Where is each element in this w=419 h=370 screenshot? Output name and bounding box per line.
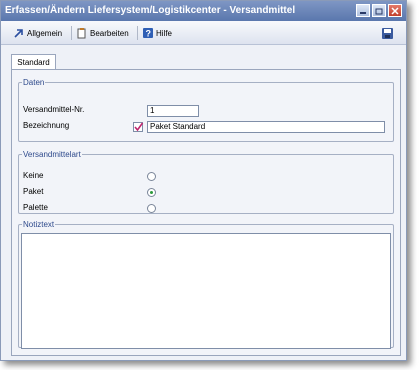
allgemein-label: Allgemein: [27, 28, 63, 38]
window-title: Erfassen/Ändern Liefersystem/Logistikcen…: [5, 5, 296, 16]
window: Erfassen/Ändern Liefersystem/Logistikcen…: [0, 0, 407, 361]
paket-label: Paket: [23, 187, 44, 196]
versandmittel-nr-label: Versandmittel-Nr.: [23, 105, 85, 114]
title-bar: Erfassen/Ändern Liefersystem/Logistikcen…: [1, 1, 406, 21]
bezeichnung-field[interactable]: Paket Standard: [147, 121, 385, 133]
toolbar: Allgemein Bearbeiten ? Hilfe: [1, 21, 406, 45]
tab-standard[interactable]: Standard: [11, 54, 56, 70]
tab-panel: Daten Versandmittel-Nr. 1 Bezeichnung Pa…: [11, 69, 401, 356]
svg-text:?: ?: [146, 29, 152, 39]
notiztext-group: Notiztext: [18, 220, 394, 349]
window-controls: [356, 4, 402, 17]
hilfe-label: Hilfe: [156, 28, 173, 38]
toolbar-separator: [137, 26, 138, 40]
help-icon: ?: [143, 28, 153, 38]
versandmittel-nr-field[interactable]: 1: [147, 105, 199, 117]
notiztext-legend: Notiztext: [23, 220, 55, 229]
save-button[interactable]: [382, 26, 393, 40]
minimize-button[interactable]: [356, 4, 370, 17]
daten-legend: Daten: [23, 78, 45, 87]
close-button[interactable]: [388, 4, 402, 17]
minimize-icon: [360, 11, 366, 14]
bezeichnung-label: Bezeichnung: [23, 121, 70, 130]
restore-button[interactable]: [372, 4, 386, 17]
close-icon: [391, 6, 399, 15]
palette-label: Palette: [23, 203, 48, 212]
bearbeiten-label: Bearbeiten: [90, 28, 129, 38]
paket-radio[interactable]: [147, 188, 156, 197]
restore-icon: [375, 8, 383, 14]
keine-radio[interactable]: [147, 172, 156, 181]
hilfe-button[interactable]: ? Hilfe: [143, 26, 172, 40]
bearbeiten-button[interactable]: Bearbeiten: [77, 26, 129, 40]
toolbar-separator: [71, 26, 72, 40]
allgemein-button[interactable]: Allgemein: [14, 26, 62, 40]
notiztext-textarea[interactable]: [21, 233, 391, 349]
versandmittelart-legend: Versandmittelart: [23, 150, 81, 159]
document-icon: [77, 27, 86, 38]
arrow-icon: [14, 29, 23, 38]
daten-group: Daten Versandmittel-Nr. 1 Bezeichnung Pa…: [18, 78, 394, 142]
palette-radio[interactable]: [147, 204, 156, 213]
keine-label: Keine: [23, 171, 44, 180]
versandmittelart-group: Versandmittelart Keine Paket Palette: [18, 150, 394, 214]
edit-check-icon[interactable]: [133, 121, 144, 132]
save-icon: [382, 27, 393, 39]
